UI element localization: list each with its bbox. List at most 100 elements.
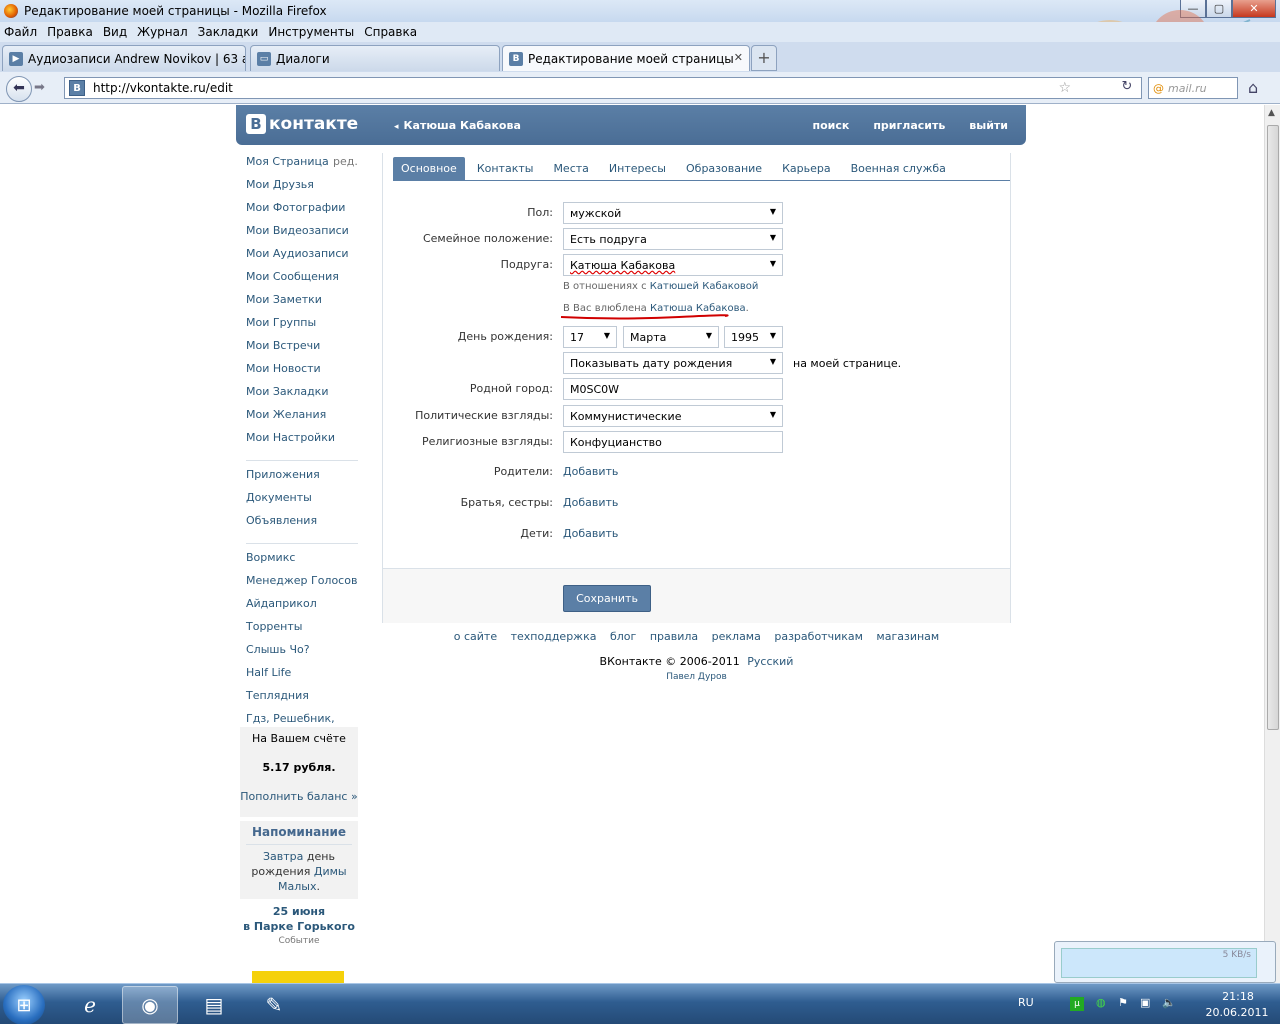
religion-input[interactable]: Конфуцианство	[563, 431, 783, 453]
event-ad[interactable]: 25 июня в Парке Горького Событие	[240, 905, 358, 983]
tab-contacts[interactable]: Контакты	[469, 157, 542, 180]
tab-career[interactable]: Карьера	[774, 157, 839, 180]
footer-link[interactable]: магазинам	[876, 630, 939, 643]
menu-item-app[interactable]: Айдаприкол	[246, 597, 358, 620]
tab-dialogs[interactable]: ▭ Диалоги	[250, 45, 500, 71]
reminder-name-link[interactable]: Димы	[314, 865, 347, 878]
menu-help[interactable]: Справка	[364, 25, 417, 39]
menu-file[interactable]: Файл	[4, 25, 37, 39]
menu-item-events[interactable]: Мои Встречи	[246, 339, 358, 362]
paint-icon[interactable]: ✎	[246, 986, 302, 1024]
menu-item-app[interactable]: Half Life	[246, 666, 358, 689]
scroll-thumb[interactable]	[1267, 125, 1279, 730]
politics-select[interactable]: Коммунистические ▼	[563, 405, 783, 427]
menu-item-photos[interactable]: Мои Фотографии	[246, 201, 358, 224]
reload-icon[interactable]: ↻	[1117, 79, 1137, 97]
footer-link[interactable]: разработчикам	[774, 630, 863, 643]
url-bar[interactable]: B http://vkontakte.ru/edit ☆ ↻	[64, 77, 1142, 99]
status-tray-icon[interactable]: ◍	[1096, 996, 1106, 1009]
birth-day-select[interactable]: 17 ▼	[563, 326, 617, 348]
menu-item-notes[interactable]: Мои Заметки	[246, 293, 358, 316]
show-birthday-select[interactable]: Показывать дату рождения ▼	[563, 352, 783, 374]
hometown-input[interactable]: M0SC0W	[563, 378, 783, 400]
menu-edit[interactable]: Правка	[47, 25, 93, 39]
menu-item-documents[interactable]: Документы	[246, 491, 358, 514]
footer-link[interactable]: правила	[650, 630, 698, 643]
menu-tools[interactable]: Инструменты	[268, 25, 354, 39]
menu-item-wishes[interactable]: Мои Желания	[246, 408, 358, 431]
menu-item-settings[interactable]: Мои Настройки	[246, 431, 358, 454]
clock-time[interactable]: 21:18	[1208, 990, 1268, 1003]
tab-education[interactable]: Образование	[678, 157, 770, 180]
utorrent-tray-icon[interactable]: µ	[1070, 997, 1084, 1011]
author-link[interactable]: Павел Дуров	[382, 672, 1011, 682]
relationship-select[interactable]: Есть подруга ▼	[563, 228, 783, 250]
search-link[interactable]: поиск	[812, 119, 849, 132]
save-button[interactable]: Сохранить	[563, 585, 651, 612]
clock-date[interactable]: 20.06.2011	[1200, 1006, 1274, 1019]
close-tab-icon[interactable]: ✕	[734, 51, 743, 64]
search-engine-icon[interactable]: @	[1153, 82, 1164, 95]
menu-item-apps[interactable]: Приложения	[246, 468, 358, 491]
speed-widget[interactable]: 5 KB/s	[1054, 941, 1276, 983]
vertical-scrollbar[interactable]: ▲ ▼	[1264, 105, 1280, 983]
invite-link[interactable]: пригласить	[873, 119, 945, 132]
footer-link[interactable]: о сайте	[454, 630, 497, 643]
menu-item-friends[interactable]: Мои Друзья	[246, 178, 358, 201]
new-tab-button[interactable]: +	[751, 45, 777, 71]
edit-link[interactable]: ред.	[333, 155, 358, 169]
reminder-name-link[interactable]: Малых	[278, 880, 316, 893]
home-icon[interactable]: ⌂	[1248, 78, 1258, 97]
menu-view[interactable]: Вид	[103, 25, 127, 39]
reminder-when-link[interactable]: Завтра	[263, 850, 303, 863]
tab-military[interactable]: Военная служба	[843, 157, 954, 180]
footer-link[interactable]: реклама	[712, 630, 761, 643]
footer-link[interactable]: блог	[610, 630, 636, 643]
tab-places[interactable]: Места	[545, 157, 596, 180]
menu-item-groups[interactable]: Мои Группы	[246, 316, 358, 339]
menu-item-audio[interactable]: Мои Аудиозаписи	[246, 247, 358, 270]
menu-bookmarks[interactable]: Закладки	[198, 25, 259, 39]
partner-select[interactable]: Катюша Кабакова ▼	[563, 254, 783, 276]
flag-icon[interactable]: ⚑	[1118, 996, 1128, 1009]
language-link[interactable]: Русский	[747, 655, 793, 668]
menu-item-bookmarks[interactable]: Мои Закладки	[246, 385, 358, 408]
tab-audio[interactable]: ▶ Аудиозаписи Andrew Novikov | 63 а...	[2, 45, 246, 71]
footer-link[interactable]: техподдержка	[511, 630, 597, 643]
forward-button[interactable]: ➡	[34, 80, 45, 95]
menu-item-app[interactable]: Вормикс	[246, 551, 358, 574]
network-icon[interactable]: ▣	[1140, 996, 1150, 1009]
tab-edit-page[interactable]: B Редактирование моей страницы ✕	[502, 45, 750, 71]
add-children-link[interactable]: Добавить	[563, 527, 618, 540]
back-button[interactable]: ⬅	[6, 76, 32, 102]
scroll-up-icon[interactable]: ▲	[1268, 108, 1275, 118]
add-siblings-link[interactable]: Добавить	[563, 496, 618, 509]
birth-year-select[interactable]: 1995 ▼	[724, 326, 783, 348]
menu-item-news[interactable]: Мои Новости	[246, 362, 358, 385]
ie-icon[interactable]: ℯ	[62, 986, 118, 1024]
relation-partner-link[interactable]: Катюшей Кабаковой	[650, 281, 759, 292]
start-button[interactable]: ⊞	[3, 985, 45, 1024]
top-up-link[interactable]: Пополнить баланс »	[240, 774, 358, 803]
language-indicator[interactable]: RU	[1018, 996, 1038, 1009]
explorer-icon[interactable]: ▤	[186, 986, 242, 1024]
menu-history[interactable]: Журнал	[137, 25, 188, 39]
menu-item-app[interactable]: Теплядния	[246, 689, 358, 712]
current-user-link[interactable]: Катюша Кабакова	[394, 119, 521, 132]
tab-interests[interactable]: Интересы	[601, 157, 674, 180]
volume-icon[interactable]: 🔈	[1162, 996, 1176, 1009]
menu-item-ads[interactable]: Объявления	[246, 514, 358, 537]
add-parents-link[interactable]: Добавить	[563, 465, 618, 478]
star-icon[interactable]: ☆	[1058, 80, 1071, 96]
menu-item-app[interactable]: Торренты	[246, 620, 358, 643]
menu-item-my-page[interactable]: Моя Страница ред.	[246, 155, 358, 178]
search-input[interactable]: @ mail.ru	[1148, 77, 1238, 99]
birth-month-select[interactable]: Марта ▼	[623, 326, 719, 348]
vk-logo[interactable]: B контакте	[246, 114, 358, 134]
menu-item-videos[interactable]: Мои Видеозаписи	[246, 224, 358, 247]
firefox-taskbar-icon[interactable]: ◉	[122, 986, 178, 1024]
tab-basic[interactable]: Основное	[393, 157, 465, 180]
menu-item-app[interactable]: Слышь Чо?	[246, 643, 358, 666]
logout-link[interactable]: выйти	[969, 119, 1008, 132]
menu-item-app[interactable]: Менеджер Голосов	[246, 574, 358, 597]
